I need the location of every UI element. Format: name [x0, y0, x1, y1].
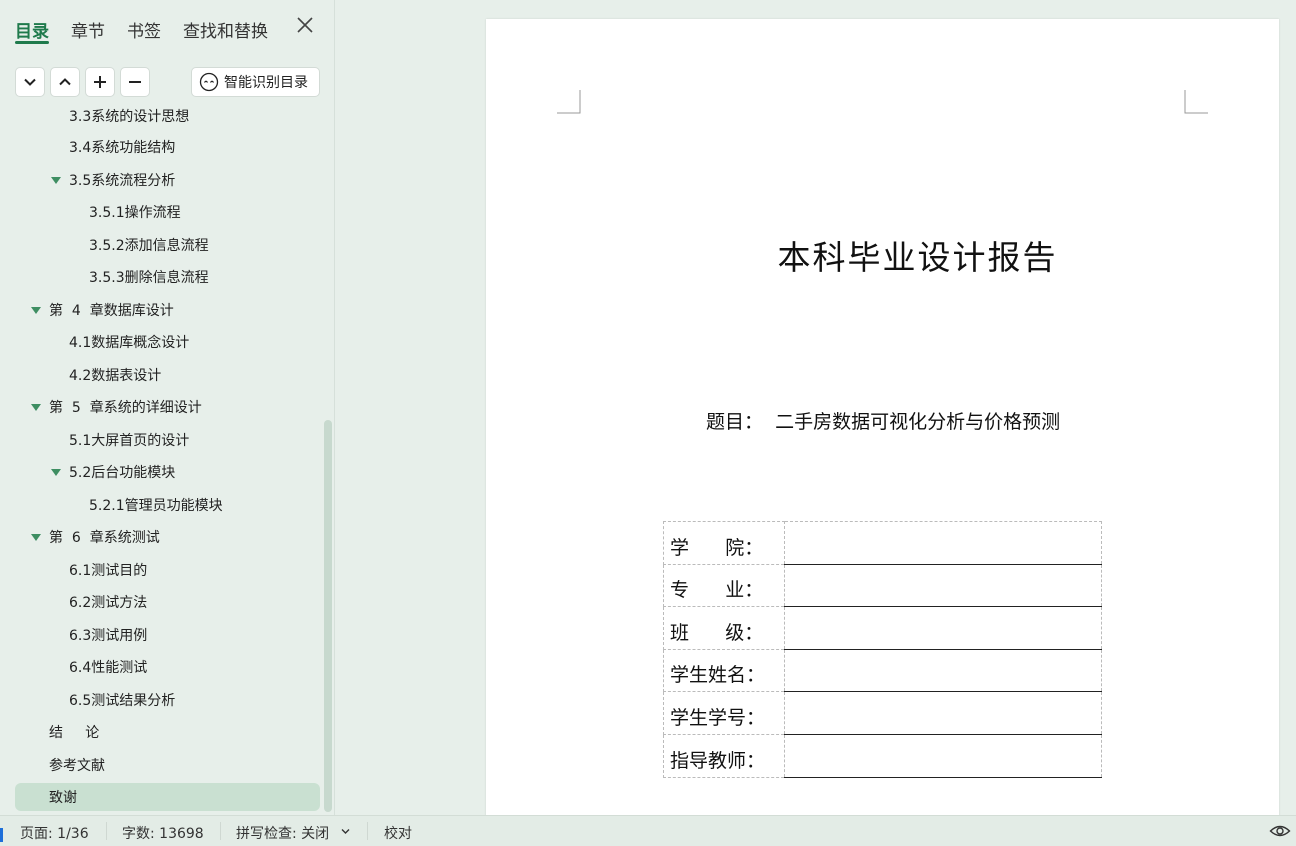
toc-item[interactable]: 第 6 章系统测试: [49, 523, 160, 551]
toc-item[interactable]: 6.2测试方法: [69, 588, 147, 616]
toc-item[interactable]: 3.5.3删除信息流程: [89, 263, 209, 291]
table-row: 专 业：: [663, 563, 1102, 608]
tab-toc[interactable]: 目录: [15, 17, 49, 42]
plus-icon: [94, 76, 106, 88]
smart-toc-button[interactable]: 智能识别目录: [191, 67, 320, 97]
page-indicator[interactable]: 页面: 1/36: [20, 823, 89, 843]
status-divider: [367, 822, 368, 840]
toc-item[interactable]: 3.4系统功能结构: [69, 133, 175, 161]
panel-tabs: 目录 章节 书签 查找和替换: [0, 0, 335, 58]
toc-item[interactable]: 4.1数据库概念设计: [69, 328, 189, 356]
tab-find-replace[interactable]: 查找和替换: [183, 17, 268, 42]
toc-item[interactable]: 5.1大屏首页的设计: [69, 426, 189, 454]
toc-item[interactable]: 6.3测试用例: [69, 621, 147, 649]
field-label: 专 业：: [663, 563, 785, 608]
toc-item[interactable]: 第 4 章数据库设计: [49, 296, 174, 324]
table-row: 班 级：: [663, 606, 1102, 650]
chevron-down-icon[interactable]: [341, 828, 350, 835]
collapse-up-button[interactable]: [50, 67, 80, 97]
toc-item[interactable]: 5.2后台功能模块: [69, 458, 175, 486]
chevron-up-icon: [59, 78, 71, 86]
crop-mark-top-left-icon: [557, 90, 581, 114]
toc-item[interactable]: 6.4性能测试: [69, 653, 147, 681]
document-page[interactable]: 本科毕业设计报告 题目： 二手房数据可视化分析与价格预测 学 院： 专 业： 班…: [486, 19, 1279, 819]
status-bar: 页面: 1/36 字数: 13698 拼写检查: 关闭 校对: [0, 815, 1296, 846]
spell-check-toggle[interactable]: 拼写检查: 关闭: [236, 823, 329, 843]
close-icon[interactable]: [294, 14, 316, 36]
ai-face-icon: [199, 72, 219, 92]
active-tab-underline: [15, 41, 49, 44]
minus-icon: [129, 81, 141, 83]
field-value[interactable]: [784, 648, 1102, 693]
caret-down-icon[interactable]: [51, 469, 61, 476]
caret-down-icon[interactable]: [31, 404, 41, 411]
toc-item[interactable]: 3.5系统流程分析: [69, 166, 175, 194]
status-divider: [220, 822, 221, 840]
eye-icon[interactable]: [1269, 823, 1291, 839]
toc-list: 3.3系统的设计思想 3.4系统功能结构 3.5系统流程分析 3.5.1操作流程…: [0, 104, 322, 815]
field-value[interactable]: [784, 733, 1102, 778]
proofread-button[interactable]: 校对: [384, 823, 412, 843]
table-row: 学生姓名：: [663, 648, 1102, 693]
toc-item[interactable]: 3.5.2添加信息流程: [89, 231, 209, 259]
toc-item[interactable]: 第 5 章系统的详细设计: [49, 393, 202, 421]
cover-info-table: 学 院： 专 业： 班 级： 学生姓名： 学生学号： 指导教师：: [663, 521, 1102, 778]
document-subject[interactable]: 题目： 二手房数据可视化分析与价格预测: [706, 407, 1060, 434]
toc-item[interactable]: 3.3系统的设计思想: [69, 104, 189, 130]
field-label: 学 院：: [663, 521, 785, 565]
field-label: 学生学号：: [663, 691, 785, 735]
field-value[interactable]: [784, 606, 1102, 650]
caret-down-icon[interactable]: [31, 534, 41, 541]
word-count[interactable]: 字数: 13698: [122, 823, 204, 843]
field-label: 班 级：: [663, 606, 785, 650]
toc-item[interactable]: 5.2.1管理员功能模块: [89, 491, 223, 519]
toc-panel: 目录 章节 书签 查找和替换 智能识别目录 3.3系统的设计思想 3.4系统功能…: [0, 0, 335, 815]
field-value[interactable]: [784, 691, 1102, 735]
toc-item-selected[interactable]: 致谢: [15, 783, 320, 811]
document-title[interactable]: 本科毕业设计报告: [486, 231, 1279, 279]
toc-item[interactable]: 结 论: [49, 718, 99, 746]
crop-mark-top-right-icon: [1184, 90, 1208, 114]
field-value[interactable]: [784, 521, 1102, 565]
toc-item[interactable]: 3.5.1操作流程: [89, 198, 181, 226]
toc-item[interactable]: 6.1测试目的: [69, 556, 147, 584]
remove-entry-button[interactable]: [120, 67, 150, 97]
toc-item[interactable]: 4.2数据表设计: [69, 361, 161, 389]
toc-item[interactable]: 参考文献: [49, 751, 105, 779]
caret-down-icon[interactable]: [51, 177, 61, 184]
field-label: 学生姓名：: [663, 648, 785, 693]
toc-scroll-thumb[interactable]: [324, 420, 332, 812]
chevron-down-icon: [24, 78, 36, 86]
field-label: 指导教师：: [663, 733, 785, 778]
caret-down-icon[interactable]: [31, 307, 41, 314]
tab-bookmarks[interactable]: 书签: [127, 17, 161, 42]
table-row: 学生学号：: [663, 691, 1102, 735]
table-row: 指导教师：: [663, 733, 1102, 778]
table-row: 学 院：: [663, 521, 1102, 565]
expand-down-button[interactable]: [15, 67, 45, 97]
toc-item[interactable]: 6.5测试结果分析: [69, 686, 175, 714]
status-divider: [106, 822, 107, 840]
status-accent: [0, 828, 3, 842]
smart-toc-label: 智能识别目录: [224, 75, 308, 91]
field-value[interactable]: [784, 563, 1102, 608]
add-entry-button[interactable]: [85, 67, 115, 97]
tab-sections[interactable]: 章节: [71, 17, 105, 42]
